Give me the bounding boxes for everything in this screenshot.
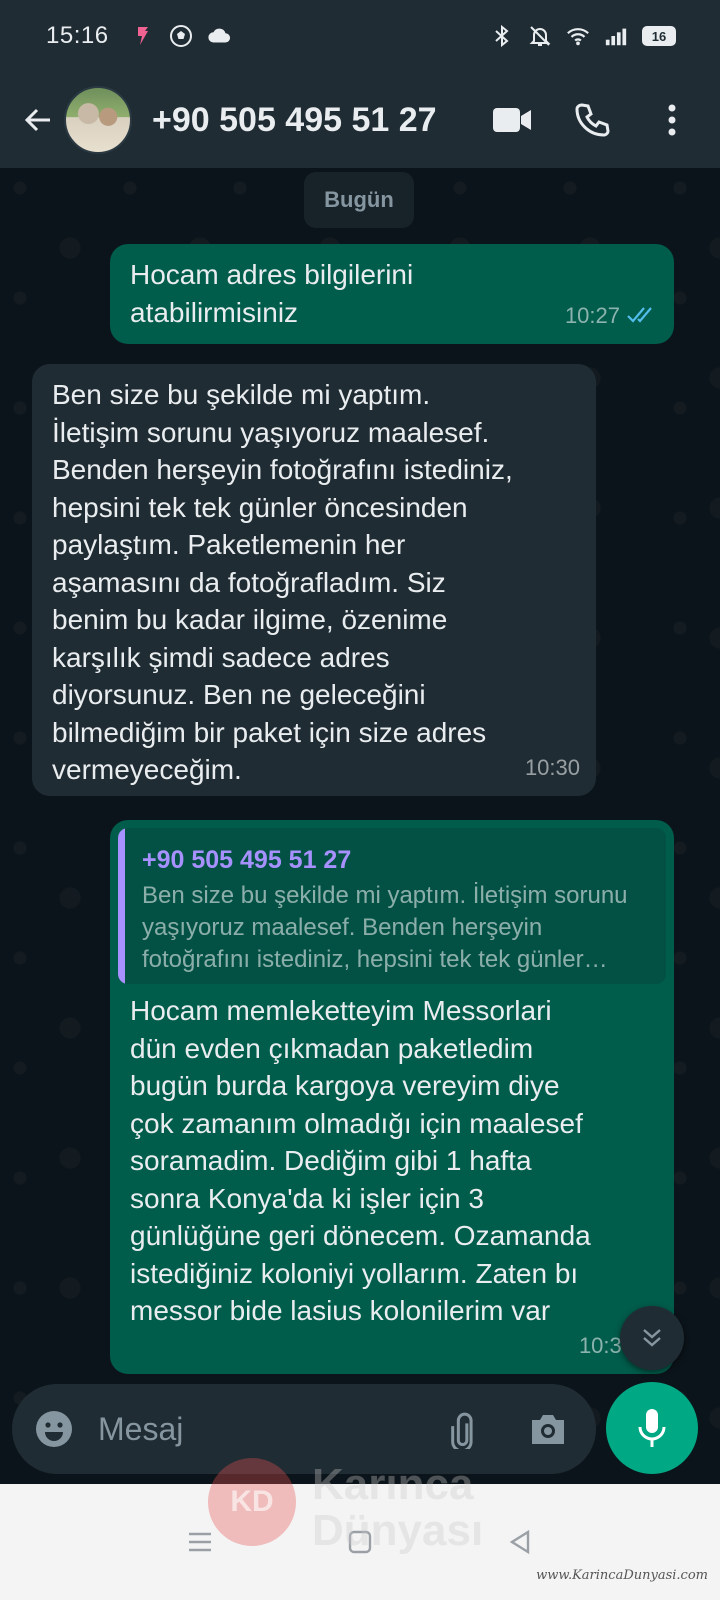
voice-call-button[interactable] (570, 98, 614, 142)
soccer-ball-icon (169, 24, 193, 48)
message-bubble-outgoing[interactable]: Hocam adres bilgilerini atabilirmisiniz … (110, 244, 674, 344)
message-bubble-incoming[interactable]: Ben size bu şekilde mi yaptım. İletişim … (32, 364, 596, 796)
quote-text: Ben size bu şekilde mi yaptım. İletişim … (142, 882, 628, 973)
status-time: 15:16 (46, 22, 109, 49)
message-meta: 10:30 (525, 749, 580, 787)
message-input[interactable] (98, 1410, 418, 1448)
double-check-read-icon (627, 307, 652, 323)
cloud-icon (207, 24, 231, 48)
status-bar: 15:16 16 (0, 0, 720, 72)
arrow-left-icon (24, 108, 50, 132)
date-chip: Bugün (304, 172, 414, 228)
quote-accent-bar (118, 828, 125, 984)
paperclip-icon (451, 1412, 473, 1449)
phone-icon (575, 103, 610, 137)
message-bubble-outgoing-reply[interactable]: +90 505 495 51 27 Ben size bu şekilde mi… (110, 820, 674, 1374)
camera-button[interactable] (526, 1407, 570, 1451)
more-vertical-icon (668, 104, 676, 136)
more-options-button[interactable] (650, 98, 694, 142)
signal-icon (604, 24, 628, 48)
voice-message-button[interactable] (606, 1382, 698, 1474)
emoji-button[interactable] (32, 1407, 76, 1451)
watermark-url: www.KarincaDunyasi.com (536, 1568, 708, 1583)
attach-button[interactable] (442, 1407, 486, 1451)
contact-name[interactable]: +90 505 495 51 27 (152, 101, 442, 140)
camera-icon (532, 1415, 564, 1444)
header-actions (490, 98, 694, 142)
message-text: Hocam adres bilgilerini atabilirmisiniz (130, 259, 414, 328)
bluetooth-icon (490, 24, 514, 48)
video-call-button[interactable] (490, 98, 534, 142)
wifi-icon (566, 24, 590, 48)
back-button[interactable] (16, 98, 60, 142)
contact-avatar[interactable] (64, 86, 132, 154)
status-left-icons (131, 24, 231, 48)
message-text: Hocam memleketteyim Messorlari dün evden… (130, 995, 591, 1326)
emoji-icon (36, 1411, 72, 1447)
recent-apps-button[interactable] (180, 1522, 220, 1562)
message-composer (12, 1384, 596, 1474)
microphone-icon (638, 1409, 666, 1447)
notification-app-icon (131, 24, 155, 48)
mute-bell-icon (528, 24, 552, 48)
battery-icon: 16 (642, 26, 676, 46)
message-text: Ben size bu şekilde mi yaptım. İletişim … (52, 379, 513, 785)
status-right-icons: 16 (490, 24, 676, 48)
menu-lines-icon (189, 1532, 211, 1552)
scroll-to-bottom-button[interactable] (620, 1306, 684, 1370)
watermark-logo: KD (208, 1458, 296, 1546)
back-nav-button[interactable] (500, 1522, 540, 1562)
chat-area[interactable]: Bugün Hocam adres bilgilerini atabilirmi… (0, 168, 720, 1512)
quoted-message[interactable]: +90 505 495 51 27 Ben size bu şekilde mi… (118, 828, 666, 984)
message-time: 10:27 (564, 302, 620, 328)
back-triangle-icon (509, 1529, 530, 1555)
quote-author: +90 505 495 51 27 (142, 846, 352, 874)
video-camera-icon (493, 108, 531, 132)
message-meta: 10:27 (565, 297, 658, 335)
watermark-name: Karınca Dünyası (312, 1460, 484, 1555)
double-chevron-down-icon (643, 1329, 661, 1347)
message-time: 10:30 (524, 754, 580, 780)
chat-header: +90 505 495 51 27 (0, 72, 720, 168)
